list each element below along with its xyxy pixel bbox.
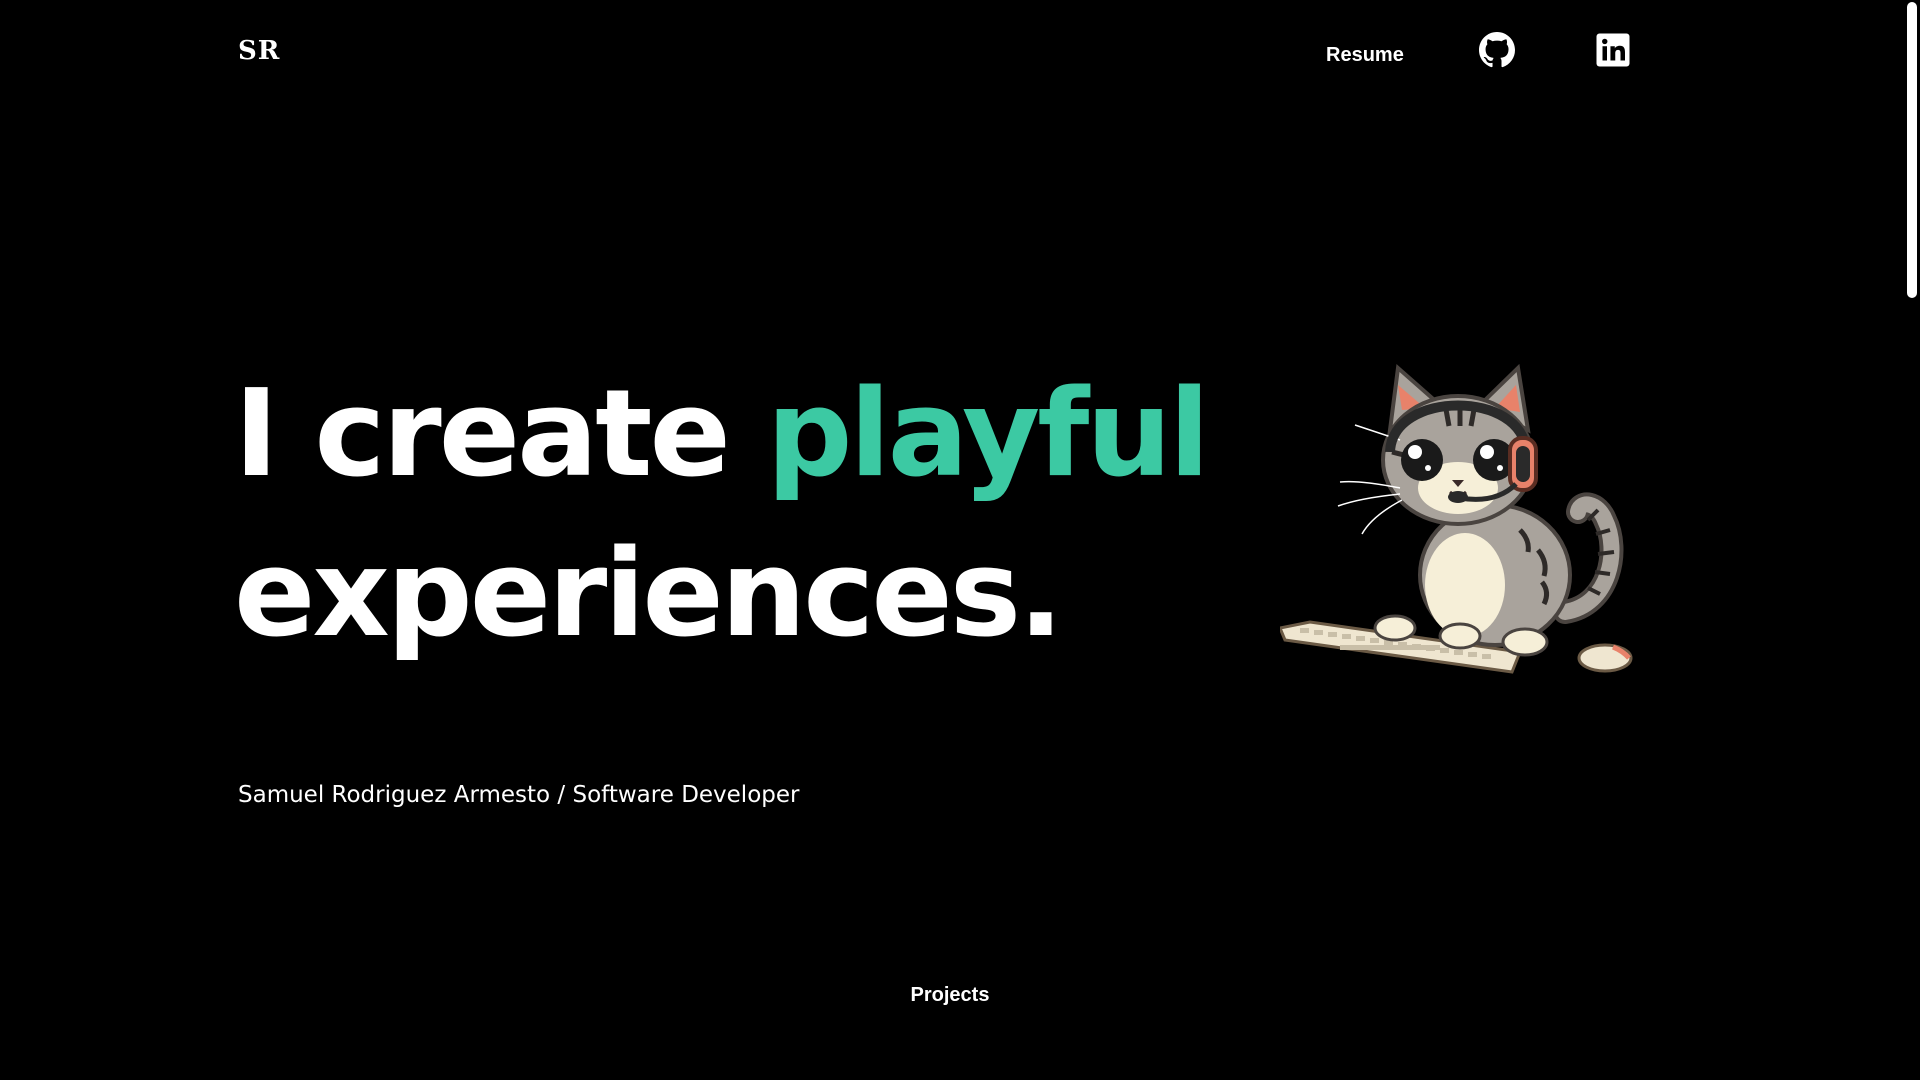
scrollbar-thumb[interactable] — [1907, 2, 1917, 298]
cat-illustration — [1280, 360, 1660, 690]
page: SR Resume I create playful experiences. … — [0, 0, 1920, 1080]
resume-link[interactable]: Resume — [1326, 44, 1404, 67]
linkedin-icon[interactable] — [1595, 32, 1631, 68]
mouse-icon — [1577, 643, 1633, 673]
projects-link[interactable]: Projects — [0, 984, 1900, 1007]
site-logo[interactable]: SR — [238, 36, 280, 66]
hero-headline-line-1: I create playful — [234, 375, 1210, 495]
github-icon[interactable] — [1479, 32, 1515, 68]
hero-subtitle: Samuel Rodriguez Armesto / Software Deve… — [238, 782, 800, 808]
hero-headline-accent: playful — [766, 365, 1210, 504]
hero-headline-line-2: experiences. — [234, 525, 1064, 664]
hero-headline-text: I create — [234, 365, 767, 504]
page-scrollbar[interactable] — [1902, 0, 1920, 1080]
